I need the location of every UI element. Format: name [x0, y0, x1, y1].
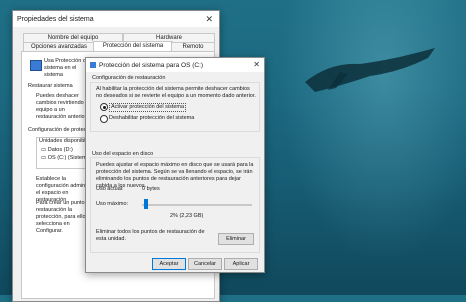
tab-advanced-options[interactable]: Opciones avanzadas — [23, 42, 95, 51]
tab-remote[interactable]: Remoto — [171, 42, 215, 51]
disable-protection-label[interactable]: Deshabilitar protección del sistema — [109, 115, 194, 122]
restore-section-heading: Configuración de restauración — [92, 75, 166, 81]
window-title: Propiedades del sistema — [17, 15, 94, 23]
dialog-titlebar: Protección del sistema para OS (C:) — [86, 58, 264, 72]
current-usage-value: 0 bytes — [142, 186, 160, 192]
close-icon[interactable]: ✕ — [205, 14, 213, 25]
delete-text: Eliminar todos los puntos de restauració… — [96, 229, 205, 242]
ok-button[interactable]: Aceptar — [152, 258, 186, 270]
diver-figure — [305, 48, 435, 92]
max-usage-label: Uso máximo: — [96, 201, 129, 207]
dialog-title: Protección del sistema para OS (C:) — [99, 61, 204, 69]
shield-icon — [90, 62, 96, 68]
shield-computer-icon — [30, 60, 42, 71]
disable-protection-radio[interactable] — [100, 115, 108, 123]
tab-system-protection[interactable]: Protección del sistema — [93, 41, 173, 51]
enable-protection-radio[interactable] — [100, 103, 108, 111]
enable-protection-label[interactable]: Activar protección del sistema — [109, 103, 187, 112]
drives-header: Unidades disponibles — [39, 138, 92, 144]
restore-description: Al habilitar la protección del sistema p… — [96, 86, 256, 99]
drive-label: Datos (D:) — [47, 147, 73, 153]
drive-item[interactable]: ▭ Datos (D:) — [41, 147, 73, 154]
system-properties-titlebar: Propiedades del sistema — [13, 11, 219, 27]
drive-item[interactable]: ▭ OS (C:) (Sistema) — [41, 155, 91, 162]
cancel-button[interactable]: Cancelar — [188, 258, 222, 270]
restore-heading: Restaurar sistema — [28, 83, 73, 89]
max-usage-value: 2% (2,23 GB) — [170, 213, 204, 219]
dialog-close-icon[interactable]: ✕ — [253, 60, 260, 69]
apply-button[interactable]: Aplicar — [224, 258, 258, 270]
delete-button[interactable]: Eliminar — [218, 233, 254, 245]
system-drive-icon: ▭ — [41, 155, 47, 161]
current-usage-label: Uso actual: — [96, 186, 124, 192]
system-protection-dialog: Protección del sistema para OS (C:) ✕ Co… — [85, 57, 265, 273]
drive-icon: ▭ — [41, 147, 47, 153]
max-usage-slider-thumb[interactable] — [144, 199, 149, 209]
max-usage-slider-track[interactable] — [142, 204, 252, 206]
